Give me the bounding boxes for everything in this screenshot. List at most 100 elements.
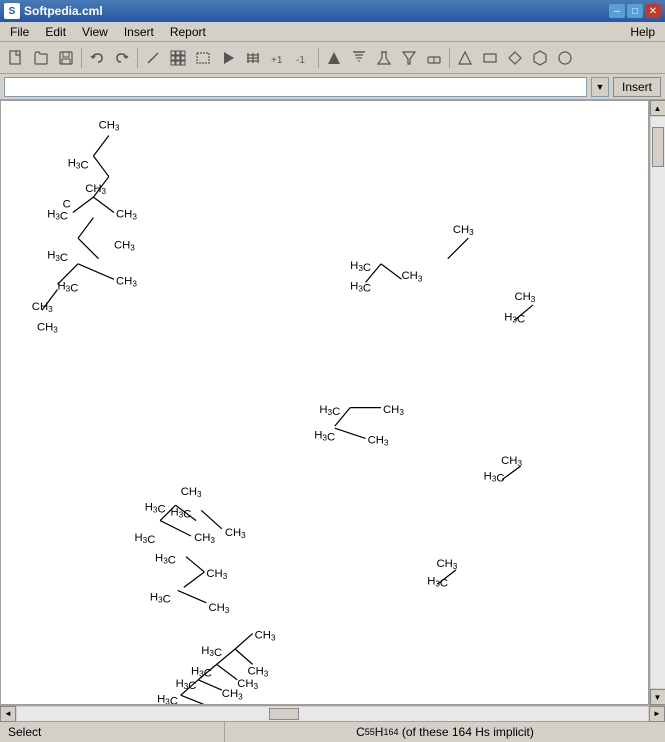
triangle-btn[interactable] [453, 46, 477, 70]
svg-text:CH3: CH3 [32, 301, 53, 314]
charge-plus-btn[interactable]: +1 [266, 46, 290, 70]
scroll-track-v[interactable] [651, 117, 665, 688]
svg-text:CH3: CH3 [116, 275, 137, 288]
carbon-count: 55 [365, 727, 375, 737]
svg-text:H3C: H3C [350, 281, 371, 295]
svg-text:H3C: H3C [47, 209, 68, 223]
molecule-canvas[interactable]: .lbl { font-family: Arial, sans-serif; f… [0, 100, 649, 705]
redo-btn[interactable] [110, 46, 134, 70]
svg-text:CH3: CH3 [114, 239, 135, 252]
hydrogen-count: 164 [383, 727, 398, 737]
bond-single-btn[interactable] [141, 46, 165, 70]
svg-text:H3C: H3C [484, 471, 505, 485]
svg-text:CH3: CH3 [247, 666, 268, 679]
svg-text:H3C: H3C [150, 592, 171, 606]
formula-note: (of these 164 Hs implicit) [402, 725, 534, 739]
svg-text:H3C: H3C [157, 693, 178, 704]
svg-text:CH3: CH3 [116, 209, 137, 222]
svg-text:H3C: H3C [427, 575, 448, 589]
svg-text:CH3: CH3 [436, 558, 457, 571]
flask-btn[interactable] [372, 46, 396, 70]
insert-button[interactable]: Insert [613, 77, 661, 97]
menu-view[interactable]: View [74, 23, 116, 41]
play-btn[interactable] [216, 46, 240, 70]
rect-btn[interactable] [478, 46, 502, 70]
svg-text:H3C: H3C [319, 404, 340, 418]
scroll-down-btn[interactable]: ▼ [650, 689, 665, 705]
minimize-button[interactable]: – [609, 4, 625, 18]
new-file-btn[interactable] [4, 46, 28, 70]
svg-text:CH3: CH3 [181, 486, 202, 499]
title-bar: S Softpedia.cml – □ ✕ [0, 0, 665, 22]
scroll-right-btn[interactable]: ► [649, 706, 665, 722]
close-button[interactable]: ✕ [645, 4, 661, 18]
hex-btn[interactable] [528, 46, 552, 70]
select-rect-btn[interactable] [191, 46, 215, 70]
menu-report[interactable]: Report [162, 23, 214, 41]
svg-text:CH3: CH3 [206, 568, 227, 581]
svg-text:CH3: CH3 [208, 602, 229, 615]
multi-bond-btn[interactable] [241, 46, 265, 70]
app-icon: S [4, 3, 20, 19]
formula-input[interactable] [4, 77, 587, 97]
atom-table-btn[interactable] [166, 46, 190, 70]
svg-text:CH3: CH3 [225, 527, 246, 540]
svg-text:H3C: H3C [135, 532, 156, 546]
svg-text:H3C: H3C [314, 429, 335, 443]
scroll-up-btn[interactable]: ▲ [650, 100, 665, 116]
svg-text:H3C: H3C [47, 250, 68, 264]
svg-text:C: C [63, 198, 71, 210]
svg-text:CH3: CH3 [222, 688, 243, 701]
status-select-label: Select [0, 722, 225, 742]
toolbar-sep-1 [81, 48, 82, 68]
toolbar-sep-4 [449, 48, 450, 68]
molecule-svg: .lbl { font-family: Arial, sans-serif; f… [1, 101, 648, 704]
toolbar-sep-3 [318, 48, 319, 68]
menu-bar: File Edit View Insert Report Help [0, 22, 665, 42]
circle-btn[interactable] [553, 46, 577, 70]
svg-text:CH3: CH3 [194, 532, 215, 545]
scroll-thumb-v[interactable] [652, 127, 664, 167]
menu-file[interactable]: File [2, 23, 37, 41]
title-bar-left: S Softpedia.cml [4, 3, 103, 19]
vertical-scrollbar[interactable]: ▲ ▼ [649, 100, 665, 705]
horizontal-scrollbar[interactable]: ◄ ► [0, 705, 665, 721]
input-bar: ▼ Insert [0, 74, 665, 100]
scroll-left-btn[interactable]: ◄ [0, 706, 16, 722]
svg-text:CH3: CH3 [37, 322, 58, 335]
svg-text:CH3: CH3 [514, 291, 535, 304]
stereo-down-btn[interactable] [347, 46, 371, 70]
svg-text:CH3: CH3 [402, 270, 423, 283]
svg-text:CH3: CH3 [99, 119, 120, 132]
undo-btn[interactable] [85, 46, 109, 70]
toolbar: +1 -1 [0, 42, 665, 74]
svg-text:CH3: CH3 [368, 435, 389, 448]
menu-edit[interactable]: Edit [37, 23, 74, 41]
menu-insert[interactable]: Insert [116, 23, 162, 41]
main-wrapper: .lbl { font-family: Arial, sans-serif; f… [0, 100, 665, 721]
menu-help[interactable]: Help [622, 23, 663, 41]
charge-minus-btn[interactable]: -1 [291, 46, 315, 70]
input-dropdown-btn[interactable]: ▼ [591, 77, 609, 97]
scroll-thumb-h[interactable] [269, 708, 299, 720]
svg-text:H3C: H3C [201, 645, 222, 659]
svg-text:CH3: CH3 [255, 630, 276, 643]
svg-text:+1: +1 [271, 55, 283, 66]
title-controls[interactable]: – □ ✕ [609, 4, 661, 18]
svg-text:H3C: H3C [350, 260, 371, 274]
filter-btn[interactable] [397, 46, 421, 70]
svg-text:H3C: H3C [155, 553, 176, 567]
open-shape-btn[interactable] [29, 46, 53, 70]
save-btn[interactable] [54, 46, 78, 70]
canvas-wrapper: .lbl { font-family: Arial, sans-serif; f… [0, 100, 665, 705]
window-title: Softpedia.cml [24, 4, 103, 18]
svg-text:H3C: H3C [68, 157, 89, 171]
svg-text:CH3: CH3 [237, 678, 258, 691]
svg-text:-1: -1 [296, 55, 305, 66]
svg-text:CH3: CH3 [501, 455, 522, 468]
stereo-up-btn[interactable] [322, 46, 346, 70]
scroll-track-h[interactable] [17, 707, 648, 721]
diamond-btn[interactable] [503, 46, 527, 70]
eraser-btn[interactable] [422, 46, 446, 70]
maximize-button[interactable]: □ [627, 4, 643, 18]
